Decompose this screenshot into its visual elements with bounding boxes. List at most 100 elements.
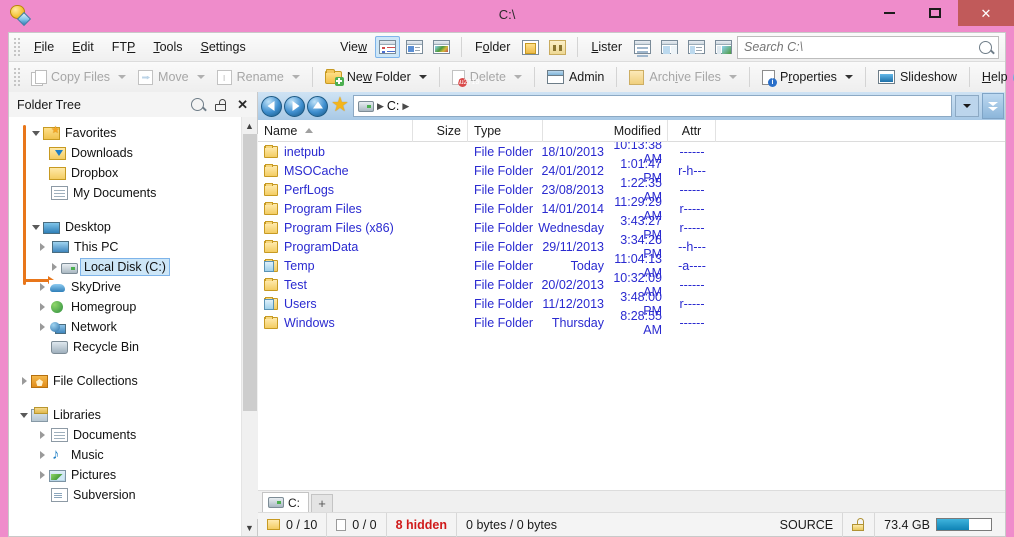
breadcrumb-part[interactable]: C: <box>387 99 400 113</box>
new-folder-dropdown[interactable] <box>418 75 427 79</box>
forward-icon[interactable] <box>284 95 305 117</box>
tree-scroll-thumb[interactable] <box>242 134 257 412</box>
tab-c-drive[interactable]: C: <box>262 492 309 512</box>
tree-item-desktop[interactable]: Desktop <box>9 217 241 237</box>
tree-item-file-collections[interactable]: File Collections <box>9 371 241 391</box>
menu-settings[interactable]: Settings <box>192 36 255 58</box>
archive-files-button[interactable]: Archive Files <box>623 65 727 89</box>
rename-button[interactable]: I Rename <box>211 65 290 89</box>
rename-dropdown[interactable] <box>291 75 300 79</box>
folder-tree[interactable]: Favorites Downloads Dropbox My Documents <box>9 117 241 536</box>
expander-right-icon[interactable] <box>35 431 49 439</box>
menu-gripper[interactable] <box>13 37 22 57</box>
tree-item-favorites[interactable]: Favorites <box>9 123 241 143</box>
move-dropdown[interactable] <box>196 75 205 79</box>
expander-right-icon[interactable] <box>35 471 49 479</box>
tree-close-icon[interactable]: ✕ <box>237 98 248 111</box>
expander-right-icon[interactable] <box>35 283 49 291</box>
file-rows[interactable]: inetpub File Folder 18/10/2013 10:13:38 A… <box>258 142 1005 490</box>
back-icon[interactable] <box>261 95 282 117</box>
maximize-button[interactable] <box>912 0 958 26</box>
close-button[interactable]: ✕ <box>958 0 1014 26</box>
tree-item-label: Desktop <box>65 220 111 234</box>
archive-files-dropdown[interactable] <box>728 75 737 79</box>
single-pane-icon[interactable] <box>630 36 655 58</box>
expander-right-icon[interactable] <box>35 243 49 251</box>
menu-ftp[interactable]: FTP <box>103 36 145 58</box>
list-view-icon[interactable] <box>402 36 427 58</box>
tree-item-network[interactable]: Network <box>9 317 241 337</box>
expander-right-icon[interactable] <box>35 303 49 311</box>
column-header-type[interactable]: Type <box>468 119 543 142</box>
tree-item-this-pc[interactable]: This PC <box>9 237 241 257</box>
expander-down-icon[interactable] <box>17 412 31 418</box>
tree-item-homegroup[interactable]: Homegroup <box>9 297 241 317</box>
folder-lock-icon[interactable] <box>545 36 570 58</box>
expander-right-icon[interactable] <box>47 263 61 271</box>
expander-right-icon[interactable] <box>17 377 31 385</box>
folder-formats-icon[interactable] <box>518 36 543 58</box>
tree-item-documents[interactable]: Documents <box>9 425 241 445</box>
tree-item-subversion[interactable]: Subversion <box>9 485 241 505</box>
status-lock[interactable] <box>843 512 876 537</box>
viewer-pane-icon[interactable] <box>711 36 736 58</box>
tree-scroll-track[interactable] <box>241 134 258 519</box>
chevron-down-icon[interactable] <box>955 95 979 117</box>
expander-right-icon[interactable] <box>35 451 49 459</box>
minimize-button[interactable] <box>866 0 912 26</box>
tree-item-local-disk-c[interactable]: Local Disk (C:) <box>9 257 241 277</box>
tree-item-music[interactable]: Music <box>9 445 241 465</box>
tree-item-dropbox[interactable]: Dropbox <box>9 163 241 183</box>
column-header-modified[interactable]: Modified <box>543 119 668 142</box>
move-button[interactable]: Move <box>132 65 195 89</box>
expander-right-icon[interactable] <box>35 323 49 331</box>
search-box[interactable] <box>737 35 999 59</box>
slideshow-button[interactable]: Slideshow <box>872 65 963 89</box>
menu-edit[interactable]: Edit <box>63 36 103 58</box>
new-folder-button[interactable]: New Folder <box>319 65 417 89</box>
column-header-name[interactable]: Name <box>258 119 413 142</box>
properties-dropdown[interactable] <box>844 75 853 79</box>
table-row[interactable]: Windows File Folder Thursday 8:28:55 AM -… <box>258 309 1005 337</box>
scroll-down-icon[interactable]: ▼ <box>241 519 258 536</box>
breadcrumb[interactable]: ▶ C: ▶ <box>352 95 952 117</box>
tree-unlock-padlock-icon[interactable] <box>215 98 227 111</box>
toolbar-gripper[interactable] <box>13 67 22 87</box>
column-header-size[interactable]: Size <box>413 119 468 142</box>
search-input[interactable] <box>744 40 979 54</box>
tree-item-downloads[interactable]: Downloads <box>9 143 241 163</box>
tree-pane-icon[interactable] <box>684 36 709 58</box>
copy-files-dropdown[interactable] <box>118 75 127 79</box>
properties-button[interactable]: i Properties <box>756 65 843 89</box>
menu-file[interactable]: File <box>25 36 63 58</box>
delete-button[interactable]: \u2715 Delete <box>446 65 512 89</box>
tree-item-my-documents[interactable]: My Documents <box>9 183 241 203</box>
tree-item-skydrive[interactable]: SkyDrive <box>9 277 241 297</box>
expander-down-icon[interactable] <box>29 224 43 230</box>
scroll-up-icon[interactable]: ▲ <box>241 117 258 134</box>
tree-item-libraries[interactable]: Libraries <box>9 405 241 425</box>
status-source[interactable]: SOURCE <box>771 512 844 537</box>
breadcrumb-separator[interactable]: ▶ <box>377 101 384 112</box>
breadcrumb-separator[interactable]: ▶ <box>402 101 409 112</box>
help-button[interactable]: Help ? <box>976 65 1014 89</box>
favorites-star-icon[interactable]: ★ <box>331 95 349 115</box>
details-view-icon[interactable] <box>374 36 400 58</box>
admin-button[interactable]: Admin <box>541 65 610 89</box>
expander-down-icon[interactable] <box>29 130 43 136</box>
column-header-attr[interactable]: Attr <box>668 119 716 142</box>
tree-item-pictures[interactable]: Pictures <box>9 465 241 485</box>
dual-vertical-icon[interactable] <box>657 36 682 58</box>
unlock-padlock-icon[interactable] <box>852 518 865 531</box>
thumbnails-view-icon[interactable] <box>429 36 454 58</box>
up-icon[interactable] <box>307 95 328 117</box>
tree-scrollbar[interactable]: ▲ ▼ <box>241 117 258 536</box>
delete-dropdown[interactable] <box>513 75 522 79</box>
tree-item-recycle-bin[interactable]: Recycle Bin <box>9 337 241 357</box>
search-icon[interactable] <box>979 40 992 54</box>
menu-tools[interactable]: Tools <box>144 36 191 58</box>
double-chevron-down-icon[interactable] <box>982 93 1004 119</box>
tree-search-icon[interactable] <box>191 98 205 111</box>
new-tab-button[interactable]: + <box>311 494 333 512</box>
copy-files-button[interactable]: Copy Files <box>25 65 116 89</box>
